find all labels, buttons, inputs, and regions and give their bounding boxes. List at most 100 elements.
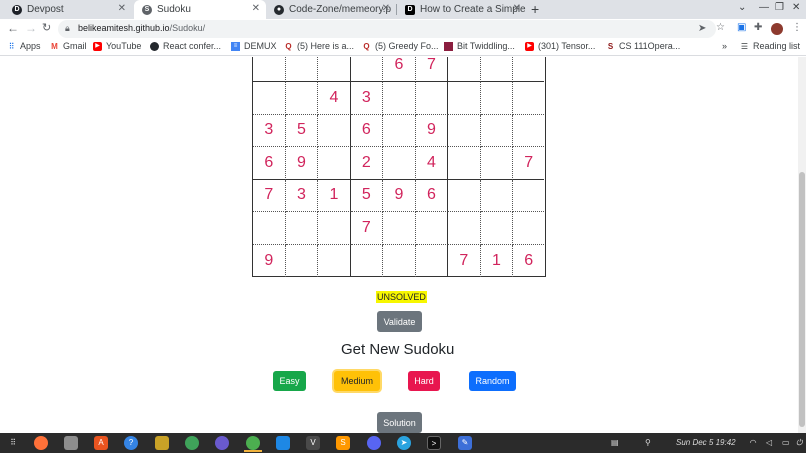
power-icon[interactable]: ⏻ [796, 438, 802, 448]
close-icon[interactable]: ✕ [118, 3, 126, 14]
sudoku-cell[interactable] [415, 82, 449, 115]
sudoku-cell[interactable] [448, 212, 481, 245]
sudoku-cell[interactable] [448, 179, 481, 212]
sudoku-cell[interactable] [318, 114, 351, 147]
sudoku-cell[interactable]: 3 [285, 179, 319, 212]
solution-button[interactable]: Solution [377, 412, 422, 433]
validate-button[interactable]: Validate [377, 311, 422, 332]
extension-icon[interactable]: ▣ [737, 22, 746, 33]
close-window-icon[interactable]: ✕ [792, 2, 800, 13]
new-tab-button[interactable]: + [531, 1, 539, 17]
bookmark-youtube[interactable]: ▶ YouTube [93, 41, 141, 51]
sudoku-cell[interactable] [480, 147, 514, 180]
easy-button[interactable]: Easy [273, 371, 306, 391]
sudoku-cell[interactable] [448, 57, 481, 82]
sudoku-cell[interactable] [285, 57, 319, 82]
firefox-icon[interactable] [34, 436, 48, 450]
sudoku-cell[interactable]: 7 [350, 212, 384, 245]
clock[interactable]: Sun Dec 5 19:42 [676, 438, 736, 447]
send-icon[interactable]: ➤ [698, 23, 706, 34]
telegram-icon[interactable]: ➤ [397, 436, 411, 450]
sudoku-cell[interactable] [318, 244, 351, 277]
page-scrollbar[interactable] [798, 57, 806, 433]
volume-icon[interactable]: ◁ [766, 438, 772, 447]
app-green-icon[interactable] [185, 436, 199, 450]
reading-list[interactable]: ☰ Reading list [740, 41, 800, 51]
sudoku-cell[interactable] [285, 82, 319, 115]
sudoku-cell[interactable]: 9 [253, 244, 286, 277]
restore-icon[interactable]: ❐ [775, 2, 784, 13]
bookmark-bit-twiddling[interactable]: Bit Twiddling... [444, 41, 515, 51]
tab-devpost[interactable]: D Devpost ✕ [4, 0, 132, 19]
sudoku-cell[interactable] [351, 244, 384, 277]
medium-button[interactable]: Medium [334, 371, 380, 391]
sudoku-cell[interactable]: 7 [253, 179, 286, 212]
sudoku-cell[interactable] [318, 57, 351, 82]
sudoku-cell[interactable]: 2 [350, 147, 384, 180]
files-icon[interactable] [64, 436, 78, 450]
close-icon[interactable]: ✕ [252, 3, 260, 14]
sudoku-cell[interactable]: 7 [415, 57, 449, 82]
sudoku-cell[interactable]: 9 [285, 147, 319, 180]
sudoku-cell[interactable] [383, 82, 416, 115]
sudoku-cell[interactable] [448, 147, 481, 180]
sudoku-cell[interactable]: 4 [415, 147, 449, 180]
vscode-icon[interactable] [276, 436, 290, 450]
menu-kebab-icon[interactable]: ⋮ [792, 22, 802, 33]
sudoku-cell[interactable] [480, 82, 514, 115]
sudoku-cell[interactable]: 6 [415, 179, 449, 212]
sudoku-cell[interactable] [513, 212, 545, 245]
forward-arrow-icon[interactable]: → [25, 21, 37, 35]
sudoku-cell[interactable]: 9 [383, 179, 416, 212]
extensions-puzzle-icon[interactable]: ✚ [754, 22, 762, 33]
sudoku-cell[interactable] [480, 179, 514, 212]
sudoku-cell[interactable]: 7 [513, 147, 545, 180]
usb-icon[interactable]: ⚲ [645, 438, 651, 447]
sudoku-cell[interactable] [513, 82, 545, 115]
sudoku-cell[interactable] [383, 244, 416, 277]
sudoku-cell[interactable] [383, 212, 416, 245]
reload-icon[interactable]: ↻ [42, 21, 51, 34]
sudoku-cell[interactable] [480, 114, 514, 147]
terminal-icon[interactable]: > [427, 436, 441, 450]
sudoku-cell[interactable] [448, 82, 481, 115]
bookmark-apps[interactable]: ⠿ Apps [7, 41, 41, 51]
text-editor-icon[interactable]: ✎ [458, 436, 472, 450]
sudoku-cell[interactable]: 6 [513, 245, 544, 278]
tab-search-icon[interactable]: ⌄ [738, 2, 746, 13]
minimize-icon[interactable]: — [759, 2, 769, 13]
bookmark-greedy[interactable]: Q (5) Greedy Fo... [362, 41, 438, 51]
sudoku-cell[interactable] [416, 244, 449, 277]
sudoku-cell[interactable]: 6 [383, 57, 416, 82]
sudoku-cell[interactable]: 3 [253, 114, 286, 147]
sudoku-cell[interactable] [383, 147, 416, 180]
app-purple-icon[interactable] [215, 436, 229, 450]
sudoku-cell[interactable]: 1 [318, 179, 351, 212]
bookmark-demux[interactable]: ≡ DEMUX [231, 41, 277, 51]
bookmark-react-conference[interactable]: React confer... [150, 41, 221, 51]
sudoku-cell[interactable] [318, 212, 351, 245]
more-bookmarks-icon[interactable]: » [722, 41, 727, 51]
sudoku-cell[interactable]: 4 [318, 82, 351, 115]
bookmark-tensor[interactable]: ▶ (301) Tensor... [525, 41, 595, 51]
sudoku-cell[interactable]: 6 [350, 114, 384, 147]
bookmark-star-icon[interactable]: ☆ [716, 22, 725, 33]
sudoku-cell[interactable]: 1 [481, 244, 514, 277]
scrollbar-thumb[interactable] [799, 172, 805, 427]
clipboard-icon[interactable]: ▤ [611, 438, 619, 447]
profile-avatar[interactable] [771, 23, 783, 35]
sudoku-cell[interactable] [480, 212, 514, 245]
close-icon[interactable]: ✕ [513, 3, 521, 14]
battery-icon[interactable]: ▭ [782, 438, 790, 447]
wifi-icon[interactable]: ◠ [750, 438, 756, 447]
random-button[interactable]: Random [469, 371, 516, 391]
tab-code-zone[interactable]: ● Code-Zone/memeory.p ✕ [266, 0, 396, 19]
sudoku-cell[interactable]: 9 [415, 114, 449, 147]
back-arrow-icon[interactable]: ← [7, 21, 19, 35]
close-icon[interactable]: ✕ [382, 3, 390, 14]
sudoku-cell[interactable] [350, 57, 384, 82]
sudoku-cell[interactable] [448, 114, 481, 147]
tab-sudoku[interactable]: S Sudoku ✕ [134, 0, 266, 19]
app-grid-icon[interactable]: ⠿ [6, 436, 20, 450]
sudoku-cell[interactable]: 6 [253, 147, 286, 180]
